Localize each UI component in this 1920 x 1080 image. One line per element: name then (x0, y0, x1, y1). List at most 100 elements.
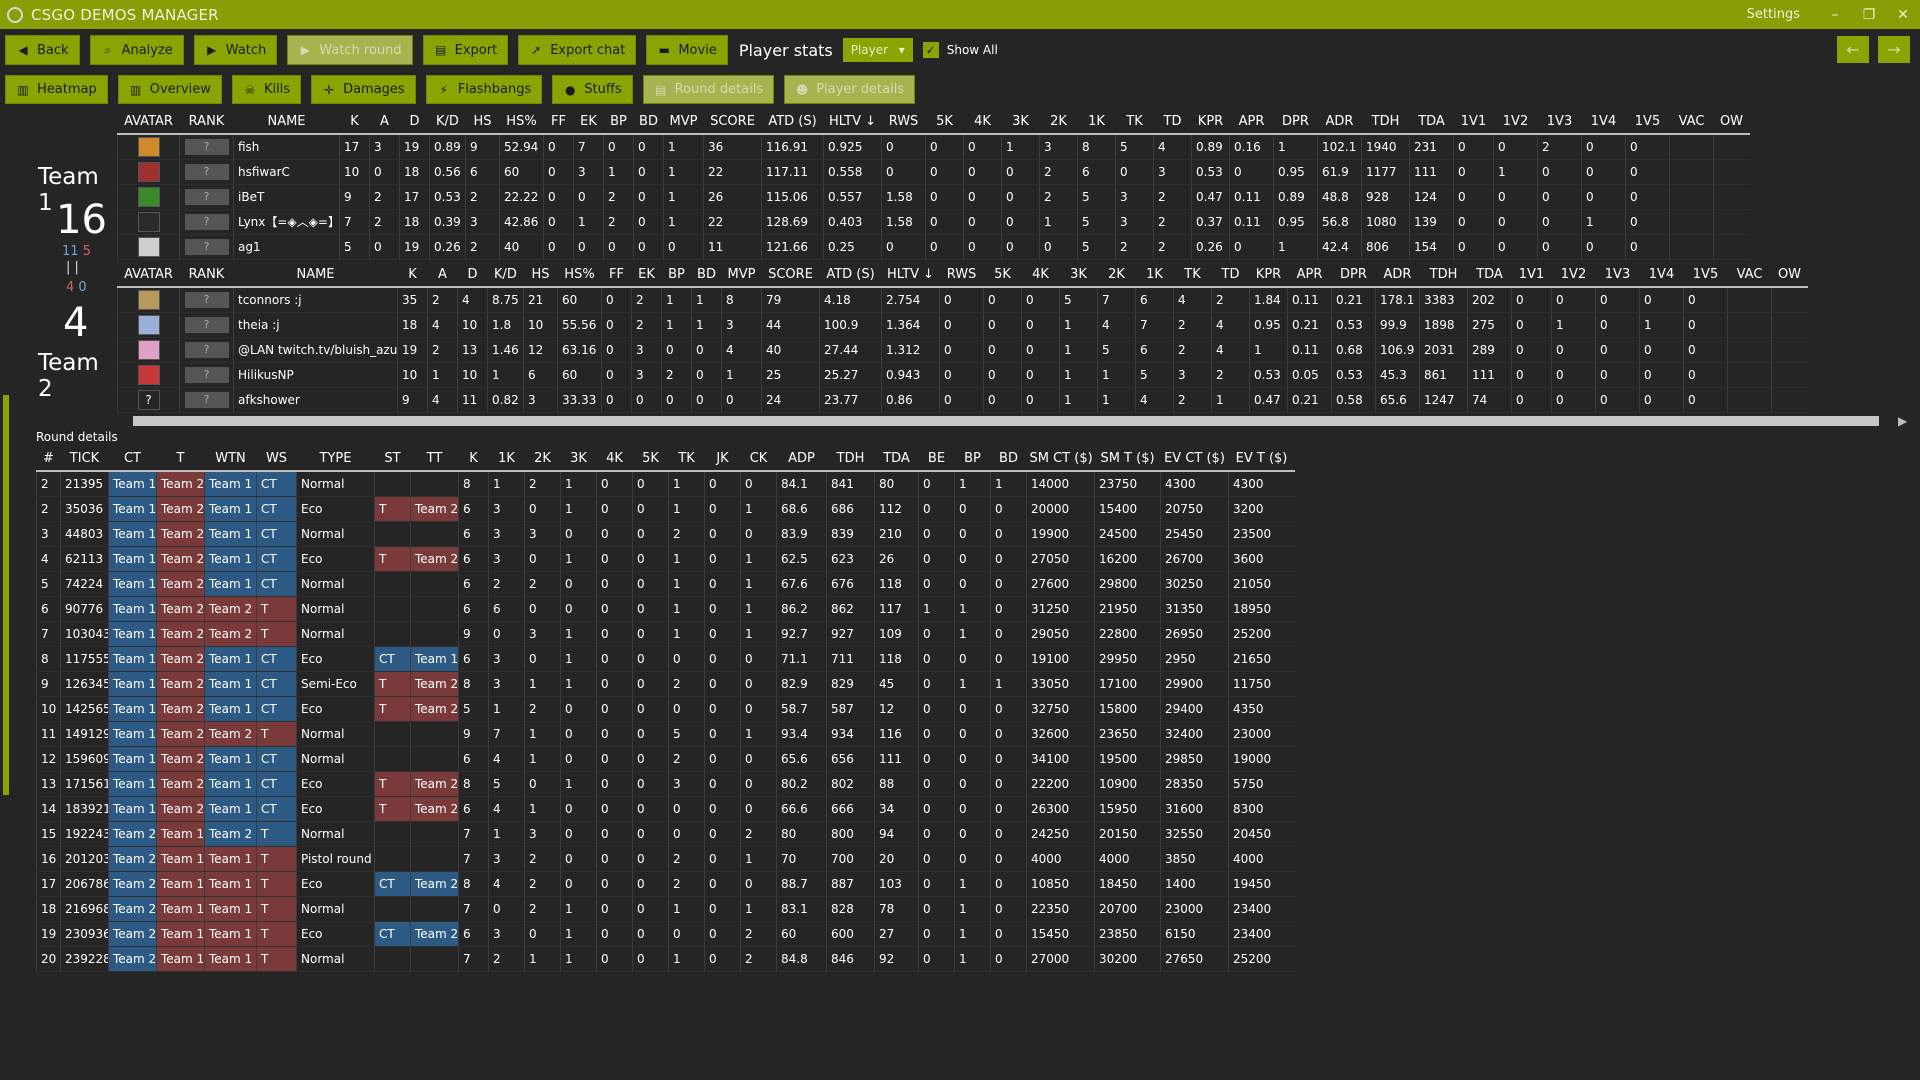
export-chat-button[interactable]: ➚ Export chat (518, 35, 637, 65)
round-col-header[interactable]: EV T ($) (1228, 447, 1295, 472)
col-header[interactable]: FF (543, 110, 574, 135)
close-icon[interactable]: ✕ (1886, 7, 1920, 23)
vertical-scrollbar[interactable] (3, 395, 9, 795)
col-header[interactable]: 4K (1021, 263, 1060, 288)
col-header[interactable]: HS% (499, 110, 544, 135)
col-header[interactable]: 5K (983, 263, 1022, 288)
col-header[interactable]: HLTV ↓ (823, 110, 882, 135)
round-row[interactable]: 12 159609 Team 1 Team 2 Team 1 CT Normal 6 4 1 0 0 0… (36, 746, 1295, 772)
col-header[interactable]: 4K (963, 110, 1002, 135)
flashbangs-button[interactable]: ⚡ Flashbangs (425, 75, 543, 104)
col-header[interactable]: HS (465, 110, 500, 135)
movie-button[interactable]: ▬ Movie (646, 35, 728, 65)
col-header[interactable]: 3K (1059, 263, 1098, 288)
round-row[interactable]: 16 201203 Team 2 Team 1 Team 1 T Pistol round 7… (36, 846, 1295, 872)
col-header[interactable]: ATD (S) (819, 263, 882, 288)
round-details-button[interactable]: ▤ Round details (642, 75, 775, 104)
col-header[interactable]: NAME (233, 263, 398, 288)
round-col-header[interactable]: # (36, 447, 61, 472)
col-header[interactable]: 1V2 (1551, 263, 1596, 288)
col-header[interactable]: D (399, 110, 430, 135)
col-header[interactable]: TD (1153, 110, 1192, 135)
col-header[interactable]: 1V5 (1683, 263, 1728, 288)
col-header[interactable]: 1V2 (1493, 110, 1538, 135)
col-header[interactable]: ADR (1375, 263, 1420, 288)
col-header[interactable]: KPR (1191, 110, 1230, 135)
round-row[interactable]: 18 216968 Team 2 Team 1 Team 1 T Normal 7 0 2 1 0 0 1… (36, 896, 1295, 922)
col-header[interactable]: K/D (487, 263, 524, 288)
round-row[interactable]: 2 35036 Team 1 Team 2 Team 1 CT Eco T Team 26301… (36, 496, 1295, 522)
col-header[interactable]: 1V4 (1581, 110, 1626, 135)
col-header[interactable]: BP (603, 110, 634, 135)
col-header[interactable]: DPR (1273, 110, 1318, 135)
round-col-header[interactable]: K (458, 447, 489, 472)
round-col-header[interactable]: JK (704, 447, 741, 472)
col-header[interactable]: FF (601, 263, 632, 288)
col-header[interactable]: 3K (1001, 110, 1040, 135)
heatmap-button[interactable]: ▥ Heatmap (5, 75, 108, 104)
round-row[interactable]: 6 90776 Team 1 Team 2 Team 2 T Normal 6 6 0 0 0 0 1 0 1… (36, 596, 1295, 622)
col-header[interactable]: K/D (429, 110, 466, 135)
col-header[interactable]: TDA (1467, 263, 1512, 288)
col-header[interactable]: EK (631, 263, 662, 288)
round-col-header[interactable]: 5K (632, 447, 669, 472)
col-header[interactable]: BD (691, 263, 722, 288)
col-header[interactable]: APR (1287, 263, 1332, 288)
col-header[interactable]: RWS (939, 263, 984, 288)
team2-player-row[interactable]: ? @LAN twitch.tv/bluish_azul 19 2 13 1.46 12 63… (117, 337, 1808, 363)
col-header[interactable]: TDA (1409, 110, 1454, 135)
col-header[interactable]: NAME (233, 110, 340, 135)
player-select[interactable]: Player ▾ (842, 38, 913, 62)
col-header[interactable]: 2K (1097, 263, 1136, 288)
kills-button[interactable]: ☠ Kills (231, 75, 302, 104)
analyze-button[interactable]: ⌕ Analyze (89, 35, 184, 65)
round-col-header[interactable]: BE (918, 447, 955, 472)
round-row[interactable]: 11 149129 Team 1 Team 2 Team 2 T Normal 9 7 1 0 0 0 5… (36, 721, 1295, 747)
col-header[interactable]: SCORE (761, 263, 820, 288)
col-header[interactable]: 1V3 (1595, 263, 1640, 288)
round-row[interactable]: 13 171561 Team 1 Team 2 Team 1 CT Eco T Team 285… (36, 771, 1295, 797)
col-header[interactable]: RWS (881, 110, 926, 135)
col-header[interactable]: HS% (557, 263, 602, 288)
col-header[interactable]: D (457, 263, 488, 288)
round-col-header[interactable]: CT (108, 447, 157, 472)
player-details-button[interactable]: ☻ Player details (784, 75, 916, 104)
round-col-header[interactable]: CK (740, 447, 777, 472)
col-header[interactable]: VAC (1727, 263, 1772, 288)
export-button[interactable]: ▤ Export (422, 35, 509, 65)
round-row[interactable]: 20 239228 Team 2 Team 1 Team 1 T Normal 7 2 1 1 0 0 1… (36, 946, 1295, 972)
col-header[interactable]: RANK (179, 263, 234, 288)
col-header[interactable]: A (427, 263, 458, 288)
show-all-checkbox[interactable]: ✓ (922, 42, 939, 58)
overview-button[interactable]: ▥ Overview (117, 75, 222, 104)
round-col-header[interactable]: 2K (524, 447, 561, 472)
stuffs-button[interactable]: ● Stuffs (552, 75, 633, 104)
col-header[interactable]: MVP (663, 110, 704, 135)
team1-player-row[interactable]: ? ag1 5 0 19 0.26 2 40 0 0 0 0 0 11 121.66 0.25 0 0 0 0 0 5 2 2… (117, 234, 1750, 260)
team1-player-row[interactable]: ? hsfiwarC 10 0 18 0.56 6 60 0 3 1 0 1 22 117.11 0.558 0… (117, 159, 1750, 185)
col-header[interactable]: ATD (S) (761, 110, 824, 135)
round-row[interactable]: 8 117555 Team 1 Team 2 Team 1 CT Eco CT Team 163… (36, 646, 1295, 672)
round-col-header[interactable]: SM CT ($) (1026, 447, 1095, 472)
col-header[interactable]: MVP (721, 263, 762, 288)
col-header[interactable]: K (397, 263, 428, 288)
team2-player-row[interactable]: ? theia :j 18 4 10 1.8 10 55.56 0 2 1 1 3 44 100.9 1.36… (117, 312, 1808, 338)
col-header[interactable]: HLTV ↓ (881, 263, 940, 288)
previous-demo-button[interactable]: ← (1837, 36, 1869, 63)
col-header[interactable]: SCORE (703, 110, 762, 135)
round-row[interactable]: 14 183921 Team 1 Team 2 Team 1 CT Eco T Team 264… (36, 796, 1295, 822)
team2-player-row[interactable]: ? HilikusNP 10 1 10 1 6 60 0 3 2 0 1 25 25.27 0.943 0 0 0 1… (117, 362, 1808, 388)
settings-link[interactable]: Settings (1747, 7, 1800, 22)
col-header[interactable]: TK (1115, 110, 1154, 135)
round-row[interactable]: 7 103043 Team 1 Team 2 Team 2 T Normal 9 0 3 1 0 0 1 0… (36, 621, 1295, 647)
round-row[interactable]: 15 192243 Team 2 Team 1 Team 2 T Normal 7 1 3 0 0 0 0… (36, 821, 1295, 847)
round-col-header[interactable]: T (156, 447, 205, 472)
col-header[interactable]: OW (1713, 110, 1750, 135)
col-header[interactable]: TDH (1361, 110, 1410, 135)
col-header[interactable]: TD (1211, 263, 1250, 288)
round-col-header[interactable]: TDH (826, 447, 875, 472)
maximize-icon[interactable]: ❐ (1852, 7, 1886, 23)
round-col-header[interactable]: 4K (596, 447, 633, 472)
round-row[interactable]: 10 142565 Team 1 Team 2 Team 1 CT Eco T Team 251… (36, 696, 1295, 722)
round-row[interactable]: 19 230936 Team 2 Team 1 Team 1 T Eco CT Team 263… (36, 921, 1295, 947)
